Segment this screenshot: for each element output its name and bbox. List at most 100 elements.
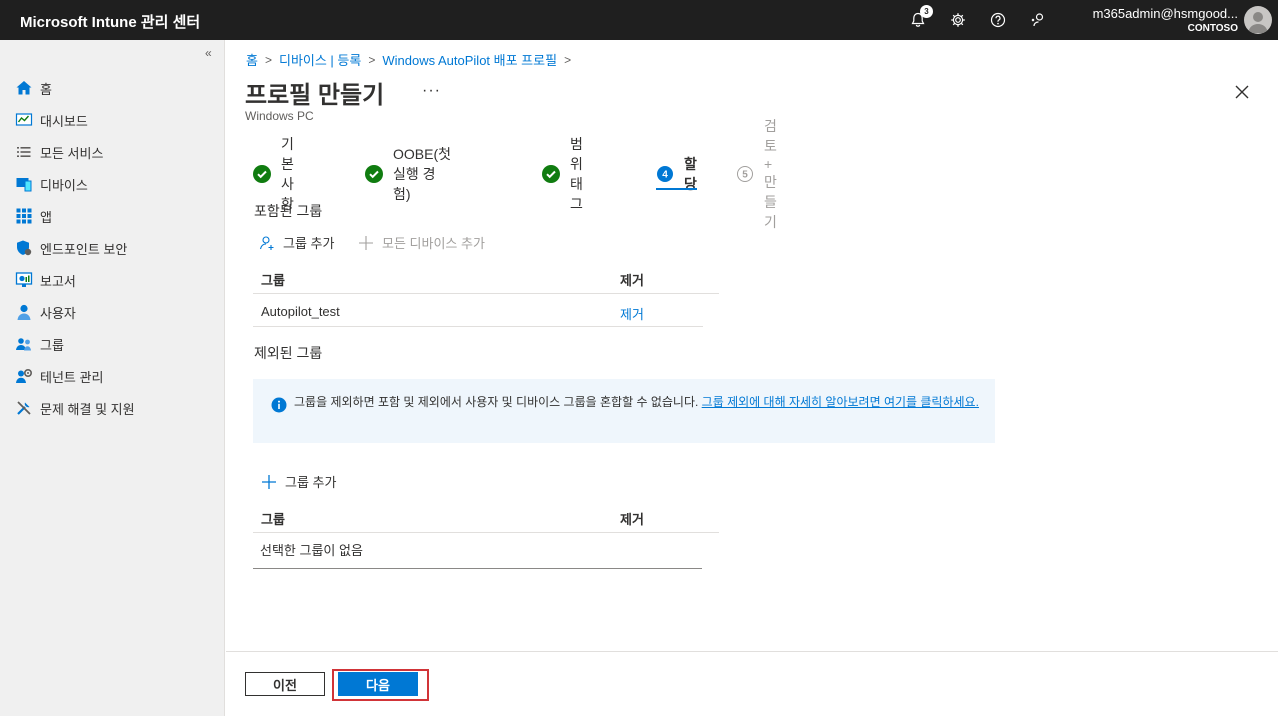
empty-message: 선택한 그룹이 없음 bbox=[260, 543, 363, 558]
empty-row: 선택한 그룹이 없음 bbox=[253, 534, 702, 569]
column-header-remove: 제거 bbox=[620, 512, 644, 527]
account-info[interactable]: m365admin@hsmgood... CONTOSO bbox=[1093, 6, 1238, 36]
add-user-icon bbox=[259, 235, 275, 251]
step-number: 5 bbox=[742, 170, 748, 181]
step-label: 할당 bbox=[684, 156, 697, 192]
add-included-group-button[interactable]: 그룹 추가 bbox=[259, 233, 334, 252]
step-review-create[interactable]: 5 검토 + 만들기 bbox=[736, 118, 777, 230]
sidebar: « 홈 대시보드 모든 서비스 디바이스 앱 엔드포인트 보안 보고서 사용자 … bbox=[0, 40, 225, 716]
sidebar-item-users[interactable]: 사용자 bbox=[0, 296, 225, 328]
add-group-label: 그룹 추가 bbox=[283, 236, 335, 251]
shield-icon bbox=[15, 239, 33, 257]
avatar[interactable] bbox=[1244, 6, 1272, 34]
column-header-group: 그룹 bbox=[261, 273, 285, 288]
next-button[interactable]: 다음 bbox=[338, 672, 418, 696]
step-number: 4 bbox=[662, 170, 668, 181]
add-excluded-group-button[interactable]: 그룹 추가 bbox=[261, 472, 336, 491]
apps-icon bbox=[15, 207, 33, 225]
list-icon bbox=[15, 143, 33, 161]
check-circle-icon bbox=[253, 165, 271, 183]
close-icon[interactable] bbox=[1232, 82, 1252, 102]
chevron-right-icon: > bbox=[264, 52, 272, 67]
sidebar-item-label: 모든 서비스 bbox=[40, 145, 104, 161]
bell-icon[interactable]: 3 bbox=[906, 5, 933, 32]
sidebar-item-groups[interactable]: 그룹 bbox=[0, 328, 225, 360]
sidebar-item-label: 홈 bbox=[40, 81, 52, 97]
sidebar-item-label: 그룹 bbox=[40, 337, 64, 353]
info-text: 그룹을 제외하면 포함 및 제외에서 사용자 및 디바이스 그룹을 혼합할 수 … bbox=[294, 395, 702, 409]
sidebar-item-home[interactable]: 홈 bbox=[0, 72, 225, 104]
footer-bar: 이전 다음 bbox=[226, 651, 1278, 716]
help-icon[interactable] bbox=[986, 8, 1010, 32]
sidebar-item-label: 디바이스 bbox=[40, 177, 88, 193]
account-email: m365admin@hsmgood... bbox=[1092, 6, 1238, 21]
home-icon bbox=[15, 79, 33, 97]
tools-icon bbox=[15, 399, 33, 417]
step-oobe[interactable]: OOBE(첫 실행 경험) bbox=[365, 146, 451, 202]
add-group-label: 그룹 추가 bbox=[285, 475, 337, 490]
excluded-groups-title: 제외된 그룹 bbox=[254, 345, 323, 361]
reports-icon bbox=[15, 271, 33, 289]
step-basics[interactable]: 기본 사항 bbox=[253, 136, 294, 212]
page-subtitle: Windows PC bbox=[245, 109, 314, 123]
sidebar-item-reports[interactable]: 보고서 bbox=[0, 264, 225, 296]
sidebar-item-label: 앱 bbox=[40, 209, 52, 225]
sidebar-item-label: 테넌트 관리 bbox=[40, 369, 104, 385]
sidebar-item-endpoint-security[interactable]: 엔드포인트 보안 bbox=[0, 232, 225, 264]
step-label: 검토 + 만들기 bbox=[764, 118, 777, 230]
info-message: 그룹을 제외하면 포함 및 제외에서 사용자 및 디바이스 그룹을 혼합할 수 … bbox=[294, 395, 984, 410]
check-circle-icon bbox=[365, 165, 383, 183]
page-title: 프로필 만들기 bbox=[245, 82, 385, 109]
sidebar-item-apps[interactable]: 앱 bbox=[0, 200, 225, 232]
main-content: 홈 > 디바이스 | 등록 > Windows AutoPilot 배포 프로필… bbox=[226, 40, 1278, 716]
step-scope-tags[interactable]: 범위 태그 bbox=[542, 136, 583, 212]
gear-icon[interactable] bbox=[946, 8, 970, 32]
included-groups-title: 포함된 그룹 bbox=[254, 203, 323, 219]
step-label: 범위 태그 bbox=[570, 136, 583, 212]
sidebar-item-all-services[interactable]: 모든 서비스 bbox=[0, 136, 225, 168]
add-all-devices-label: 모든 디바이스 추가 bbox=[382, 236, 485, 251]
breadcrumb-home[interactable]: 홈 bbox=[246, 50, 258, 69]
sidebar-nav: 홈 대시보드 모든 서비스 디바이스 앱 엔드포인트 보안 보고서 사용자 그룹… bbox=[0, 72, 225, 424]
sidebar-item-troubleshooting[interactable]: 문제 해결 및 지원 bbox=[0, 392, 225, 424]
previous-button[interactable]: 이전 bbox=[245, 672, 325, 696]
tenant-icon bbox=[15, 367, 33, 385]
more-options-icon[interactable]: ··· bbox=[422, 82, 441, 100]
devices-icon bbox=[15, 175, 33, 193]
chevron-right-icon: > bbox=[368, 52, 376, 67]
dashboard-icon bbox=[15, 111, 33, 129]
notification-badge: 3 bbox=[920, 5, 933, 18]
chevron-right-icon: > bbox=[564, 52, 572, 67]
sidebar-item-label: 문제 해결 및 지원 bbox=[40, 401, 135, 417]
table-row: Autopilot_test 제거 bbox=[253, 295, 703, 327]
collapse-sidebar-icon[interactable]: « bbox=[205, 46, 212, 60]
group-name: Autopilot_test bbox=[261, 304, 340, 319]
add-all-devices-button[interactable]: 모든 디바이스 추가 bbox=[358, 233, 485, 252]
breadcrumb-autopilot-profiles[interactable]: Windows AutoPilot 배포 프로필 bbox=[382, 50, 557, 69]
sidebar-item-dashboard[interactable]: 대시보드 bbox=[0, 104, 225, 136]
step-number-icon: 4 bbox=[656, 165, 674, 183]
sidebar-item-label: 보고서 bbox=[40, 273, 76, 289]
plus-icon bbox=[261, 474, 277, 490]
sidebar-item-label: 사용자 bbox=[40, 305, 76, 321]
brand-title[interactable]: Microsoft Intune 관리 센터 bbox=[20, 11, 200, 32]
sidebar-item-tenant-admin[interactable]: 테넌트 관리 bbox=[0, 360, 225, 392]
info-banner: 그룹을 제외하면 포함 및 제외에서 사용자 및 디바이스 그룹을 혼합할 수 … bbox=[253, 379, 995, 443]
step-number-icon: 5 bbox=[736, 165, 754, 183]
account-tenant: CONTOSO bbox=[1187, 23, 1238, 34]
column-header-remove: 제거 bbox=[620, 273, 644, 288]
info-icon bbox=[271, 397, 287, 413]
user-icon bbox=[15, 303, 33, 321]
breadcrumb-devices-enrollment[interactable]: 디바이스 | 등록 bbox=[279, 50, 361, 69]
plus-icon bbox=[358, 235, 374, 251]
check-circle-icon bbox=[542, 165, 560, 183]
top-bar: Microsoft Intune 관리 센터 3 m365admin@hsmgo… bbox=[0, 0, 1278, 40]
remove-link[interactable]: 제거 bbox=[620, 304, 644, 323]
step-assignments[interactable]: 4 할당 bbox=[656, 156, 697, 192]
sidebar-item-devices[interactable]: 디바이스 bbox=[0, 168, 225, 200]
groups-icon bbox=[15, 335, 33, 353]
feedback-icon[interactable] bbox=[1026, 8, 1050, 32]
breadcrumb: 홈 > 디바이스 | 등록 > Windows AutoPilot 배포 프로필… bbox=[246, 50, 578, 69]
learn-more-link[interactable]: 그룹 제외에 대해 자세히 알아보려면 여기를 클릭하세요. bbox=[702, 395, 979, 409]
step-label: OOBE(첫 실행 경험) bbox=[393, 146, 451, 202]
